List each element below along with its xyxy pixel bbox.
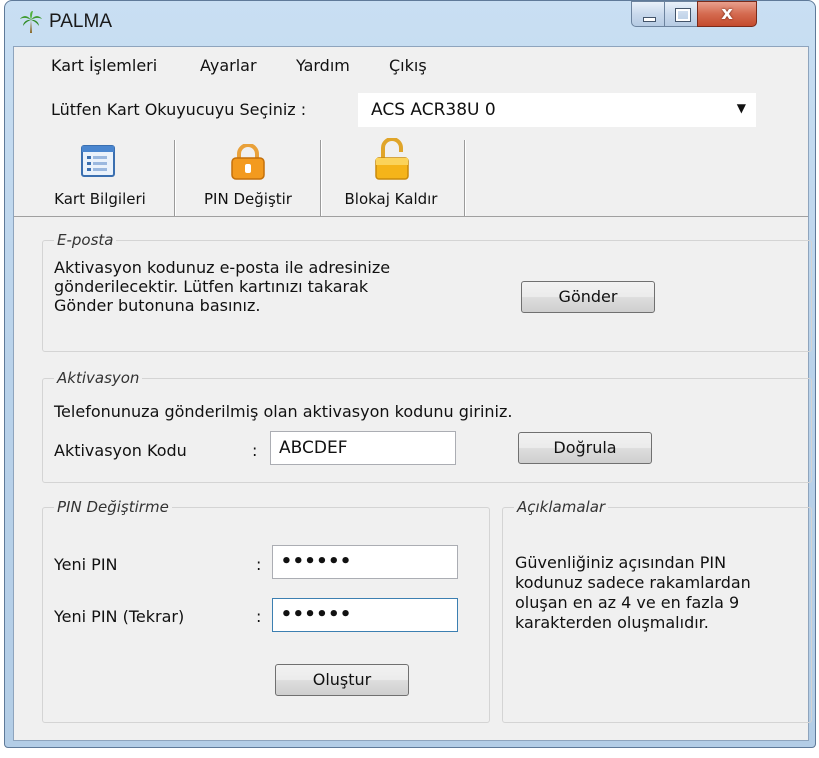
menu-kart-islemleri[interactable]: Kart İşlemleri <box>51 56 157 75</box>
title-bar[interactable]: PALMA x <box>5 1 815 43</box>
notes-group: Açıklamalar Güvenliğiniz açısından PIN k… <box>502 498 812 723</box>
lock-icon <box>231 144 265 180</box>
repeat-pin-colon: : <box>256 607 262 626</box>
new-pin-input[interactable]: •••••• <box>272 545 458 579</box>
unlock-icon <box>375 138 409 180</box>
menu-cikis[interactable]: Çıkış <box>389 56 427 75</box>
activation-code-input[interactable]: ABCDEF <box>270 431 456 465</box>
activation-instruction: Telefonunuza gönderilmiş olan aktivasyon… <box>54 402 513 421</box>
kart-bilgileri-button[interactable]: Kart Bilgileri <box>36 136 164 216</box>
maximize-button[interactable] <box>664 1 698 27</box>
window-title: PALMA <box>49 11 113 32</box>
card-info-icon <box>81 145 115 177</box>
blokaj-kaldir-label: Blokaj Kaldır <box>344 190 438 208</box>
gonder-button[interactable]: Gönder <box>521 281 655 313</box>
notes-line-2: kodunuz sadece rakamlardan <box>515 573 751 592</box>
reader-selected-value: ACS ACR38U 0 <box>371 100 496 120</box>
email-text-line-3: Gönder butonuna basınız. <box>54 296 261 315</box>
chevron-down-icon[interactable]: ▼ <box>737 101 746 115</box>
reader-label: Lütfen Kart Okuyucuyu Seçiniz : <box>51 100 307 119</box>
email-text-line-2: gönderilecektir. Lütfen kartınızı takara… <box>54 277 369 296</box>
close-icon: x <box>721 3 733 24</box>
blokaj-kaldir-button[interactable]: Blokaj Kaldır <box>326 136 456 216</box>
minimize-button[interactable] <box>631 1 665 27</box>
activation-colon: : <box>252 441 258 460</box>
pin-degistir-label: PIN Değiştir <box>204 190 292 208</box>
toolbar: Kart Bilgileri PIN Değiştir Blokaj Kaldı <box>14 136 808 217</box>
dogrula-button[interactable]: Doğrula <box>518 432 652 464</box>
menu-bar: Kart İşlemleri Ayarlar Yardım Çıkış <box>14 47 808 81</box>
toolbar-divider <box>464 140 466 216</box>
new-pin-label: Yeni PIN <box>54 555 118 574</box>
email-group: E-posta Aktivasyon kodunuz e-posta ile a… <box>42 231 812 352</box>
repeat-pin-label: Yeni PIN (Tekrar) <box>54 607 185 626</box>
kart-bilgileri-label: Kart Bilgileri <box>54 190 146 208</box>
menu-yardim[interactable]: Yardım <box>296 56 350 75</box>
new-pin-colon: : <box>256 555 262 574</box>
app-window: PALMA x Kart İşlemleri Ayarlar Yardım Çı… <box>4 0 816 748</box>
menu-ayarlar[interactable]: Ayarlar <box>200 56 257 75</box>
activation-group-title: Aktivasyon <box>54 369 143 387</box>
toolbar-divider <box>174 140 176 216</box>
pin-change-group: PIN Değiştirme Yeni PIN : •••••• Yeni PI… <box>42 498 490 723</box>
toolbar-divider <box>320 140 322 216</box>
close-button[interactable]: x <box>697 1 757 27</box>
notes-group-title: Açıklamalar <box>514 498 609 516</box>
pin-degistir-button[interactable]: PIN Değiştir <box>180 136 316 216</box>
palm-tree-icon <box>20 11 42 33</box>
pin-change-group-title: PIN Değiştirme <box>54 498 172 516</box>
activation-group: Aktivasyon Telefonunuza gönderilmiş olan… <box>42 369 812 483</box>
reader-select[interactable]: ACS ACR38U 0 ▼ <box>357 92 757 128</box>
notes-line-3: oluşan en az 4 ve en fazla 9 <box>515 593 740 612</box>
notes-line-4: karakterden oluşmalıdır. <box>515 613 709 632</box>
email-text-line-1: Aktivasyon kodunuz e-posta ile adresiniz… <box>54 258 391 277</box>
notes-line-1: Güvenliğiniz açısından PIN <box>515 553 727 572</box>
olustur-button[interactable]: Oluştur <box>275 664 409 696</box>
email-group-title: E-posta <box>54 231 117 249</box>
client-area: Kart İşlemleri Ayarlar Yardım Çıkış Lütf… <box>13 46 812 741</box>
activation-code-label: Aktivasyon Kodu <box>54 441 187 460</box>
repeat-pin-input[interactable]: •••••• <box>272 598 458 632</box>
